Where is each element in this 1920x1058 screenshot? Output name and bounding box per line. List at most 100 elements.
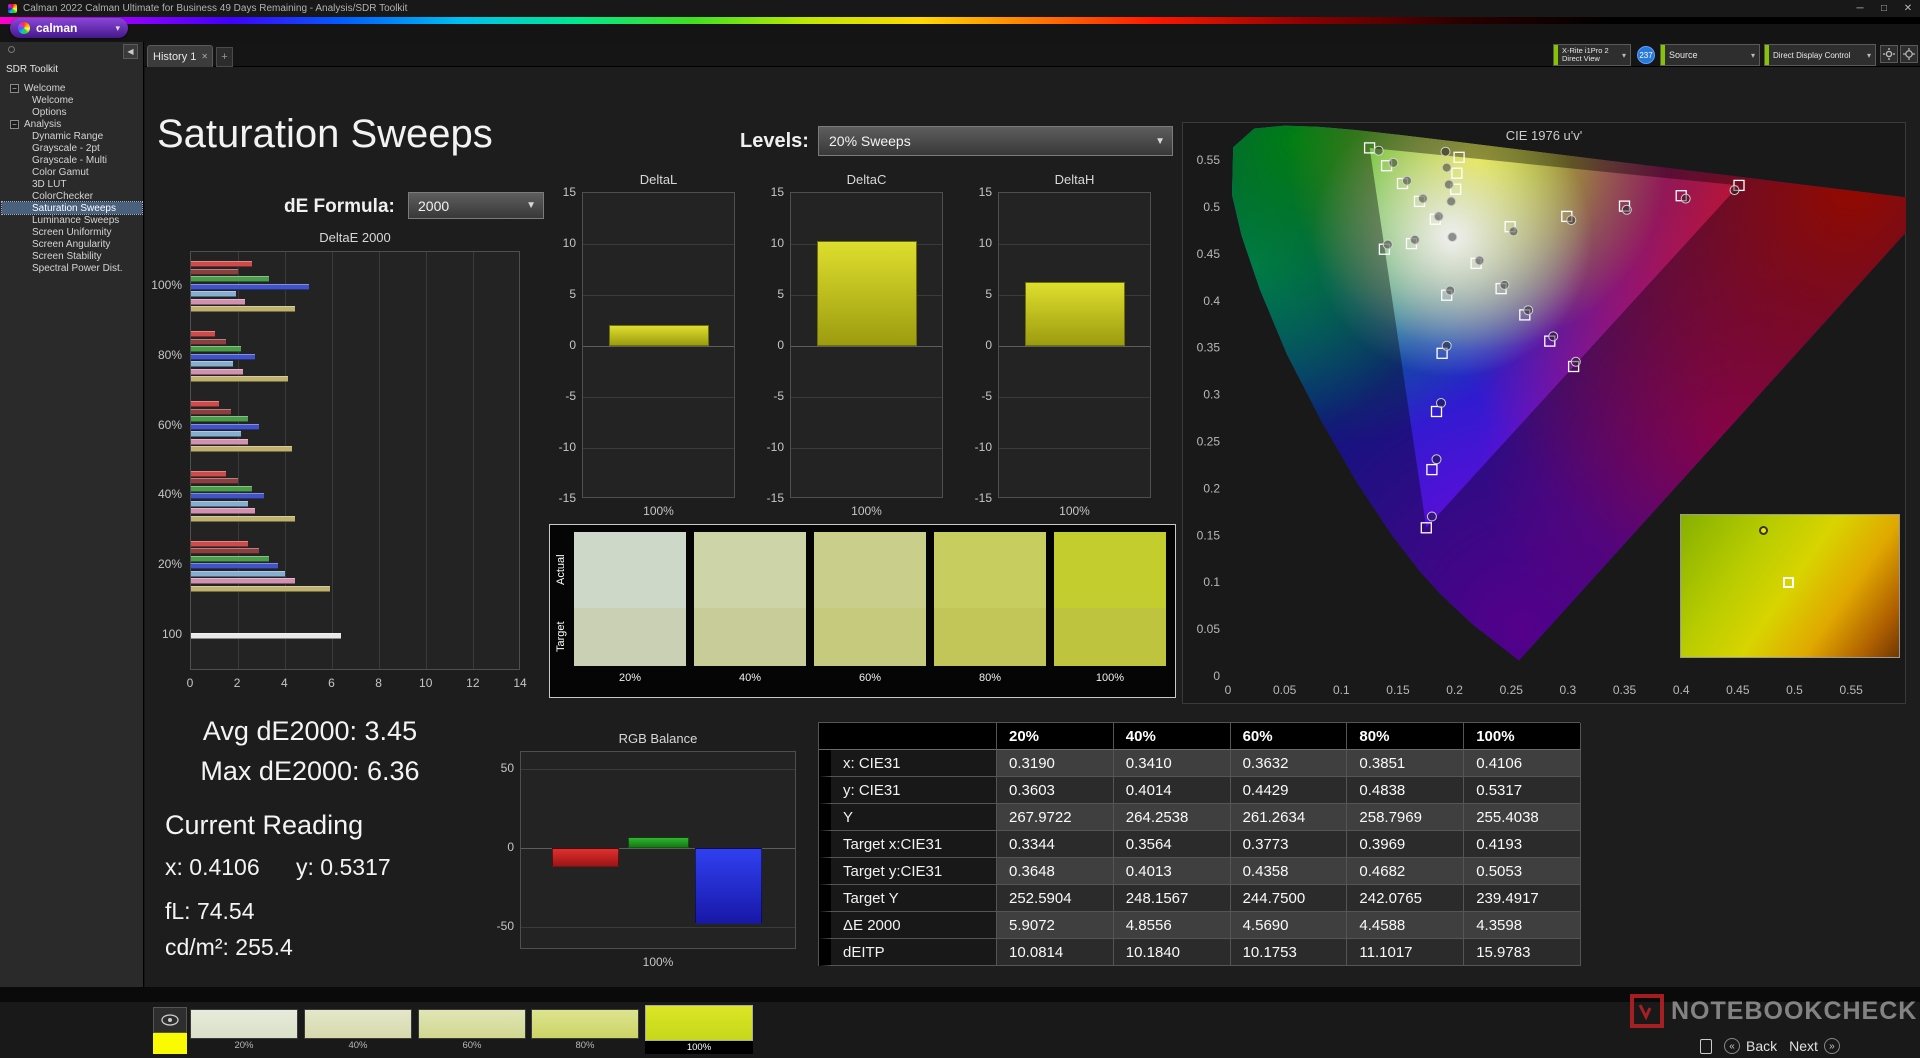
measured-point — [1441, 340, 1452, 351]
avg-de-reading: Avg dE2000: 3.45 — [202, 716, 418, 746]
sidebar-item-dynamic-range[interactable]: Dynamic Range — [2, 130, 142, 142]
sidebar-item-colorchecker[interactable]: ColorChecker — [2, 190, 142, 202]
levels-label: Levels: — [740, 130, 809, 152]
x-tick-label: 6 — [328, 676, 335, 690]
deltae-bar — [191, 376, 288, 383]
next-button[interactable]: Next » — [1789, 1038, 1840, 1054]
sidebar-collapse-button[interactable]: ◀ — [123, 44, 138, 59]
deltae-bar — [191, 401, 220, 408]
table-header-cell: 40% — [1113, 723, 1231, 750]
deltae-bar — [191, 493, 265, 500]
sweep-tile-100[interactable]: 100% — [645, 1005, 753, 1054]
settings-button[interactable] — [1880, 45, 1898, 63]
maximize-button[interactable]: □ — [1872, 0, 1896, 17]
table-cell: 242.0765 — [1347, 885, 1465, 912]
target-swatch — [1054, 608, 1166, 666]
axis-tick-label: 0.2 — [1203, 481, 1220, 495]
table-cell: 261.2634 — [1230, 804, 1348, 831]
sidebar-item-welcome[interactable]: Welcome — [2, 94, 142, 106]
levels-dropdown[interactable]: 20% Sweeps ▼ — [818, 126, 1173, 156]
axis-tick-label: 0 — [1225, 683, 1232, 697]
axis-tick-label: 0.3 — [1560, 683, 1577, 697]
sidebar-item-screen-uniformity[interactable]: Screen Uniformity — [2, 226, 142, 238]
table-cell: 0.3564 — [1113, 831, 1231, 858]
sidebar-item-analysis[interactable]: − Analysis — [2, 118, 142, 130]
sweep-tile-60[interactable]: 60% — [418, 1009, 526, 1052]
y-tick-label: -10 — [558, 440, 576, 454]
sidebar-item-welcome[interactable]: − Welcome — [2, 82, 142, 94]
calman-menu-button[interactable]: calman ▾ — [10, 18, 128, 38]
wizard-nav: « Back Next » — [1700, 1036, 1840, 1056]
table-row-label: Target y:CIE31 — [819, 858, 997, 885]
preview-tile[interactable] — [153, 1007, 187, 1054]
deltae-bar — [191, 508, 255, 515]
page-title: Saturation Sweeps — [157, 112, 493, 156]
sidebar-item-spectral-power-dist[interactable]: Spectral Power Dist. — [2, 262, 142, 274]
source-selector[interactable]: Source ▾ — [1660, 44, 1760, 66]
sidebar-item-grayscale-2pt[interactable]: Grayscale - 2pt — [2, 142, 142, 154]
page-icon[interactable] — [1700, 1038, 1712, 1054]
gridline — [426, 252, 428, 669]
eye-toggle[interactable] — [153, 1007, 187, 1033]
x-tick-label: 100% — [642, 955, 674, 969]
sidebar-title: SDR Toolkit — [6, 64, 59, 75]
back-button[interactable]: « Back — [1724, 1038, 1777, 1054]
meter-selector[interactable]: X-Rite i1Pro 2 Direct View ▾ — [1553, 44, 1631, 66]
sidebar-item-grayscale-multi[interactable]: Grayscale - Multi — [2, 154, 142, 166]
table-cell: 0.4682 — [1347, 858, 1465, 885]
y-tick-label: 60% — [157, 417, 182, 432]
close-button[interactable]: ✕ — [1896, 0, 1920, 17]
table-cell: 4.4588 — [1347, 912, 1465, 939]
rgb-balance-plot — [520, 751, 796, 949]
table-cell: 4.3598 — [1464, 912, 1581, 939]
tab-history-label: History 1 — [153, 50, 197, 63]
formula-dropdown[interactable]: 2000 ▼ — [408, 192, 544, 219]
sidebar-item-luminance-sweeps[interactable]: Luminance Sweeps — [2, 214, 142, 226]
table-cell: 10.0814 — [997, 939, 1114, 966]
sidebar-item-label: Spectral Power Dist. — [32, 262, 123, 274]
formula-label: dE Formula: — [284, 196, 395, 217]
minimize-button[interactable]: ─ — [1848, 0, 1872, 17]
sweep-tile-40[interactable]: 40% — [304, 1009, 412, 1052]
measured-point — [1382, 239, 1393, 250]
deltae-bar — [191, 283, 309, 290]
target-point-marker — [1783, 577, 1795, 589]
table-cell: 4.5690 — [1230, 912, 1348, 939]
table-cell: 0.4106 — [1464, 750, 1581, 777]
table-cell: 248.1567 — [1113, 885, 1231, 912]
sidebar-item-options[interactable]: Options — [2, 106, 142, 118]
display-control-selector[interactable]: Direct Display Control ▾ — [1764, 44, 1876, 66]
sweep-tile-80[interactable]: 80% — [531, 1009, 639, 1052]
new-tab-button[interactable]: + — [216, 47, 233, 67]
gridline — [583, 243, 734, 245]
tab-close-icon[interactable]: ✕ — [201, 52, 208, 61]
sidebar-item-color-gamut[interactable]: Color Gamut — [2, 166, 142, 178]
capture-button[interactable] — [1900, 45, 1918, 63]
measured-point — [1440, 146, 1451, 157]
chevron-down-icon: ▾ — [1750, 50, 1755, 60]
swatch-level-label: 40% — [738, 672, 762, 684]
table-cell: 239.4917 — [1464, 885, 1581, 912]
sidebar-item-screen-stability[interactable]: Screen Stability — [2, 250, 142, 262]
y-tick-label: -10 — [974, 440, 992, 454]
sidebar-item-screen-angularity[interactable]: Screen Angularity — [2, 238, 142, 250]
tab-history[interactable]: History 1 ✕ — [147, 45, 213, 67]
calman-logo-label: calman — [36, 21, 78, 35]
y-tick-label: 10 — [978, 236, 992, 250]
sidebar-item-3d-lut[interactable]: 3D LUT — [2, 178, 142, 190]
measurement-table: 20% 40% 60% 80% 100% x: CIE31 0.3190 0.3410 0.36… — [818, 722, 1581, 966]
measured-point — [1523, 305, 1534, 316]
axis-tick-label: 0.5 — [1786, 683, 1803, 697]
sweep-tile-20[interactable]: 20% — [190, 1009, 298, 1052]
watermark-text: NOTEBOOKCHECK — [1671, 996, 1918, 1025]
tree-collapse-icon[interactable]: − — [10, 83, 19, 93]
measured-point — [1433, 211, 1444, 222]
tree-collapse-icon[interactable]: − — [10, 119, 19, 129]
x-tick-label: 100% — [851, 504, 882, 518]
swatch-level-label: 60% — [858, 672, 882, 684]
sidebar-item-saturation-sweeps[interactable]: Saturation Sweeps — [1, 201, 143, 215]
actual-swatch — [814, 532, 926, 608]
y-tick-label: 15 — [978, 185, 992, 199]
swatch-level-label: 80% — [978, 672, 1002, 684]
measured-point — [1570, 356, 1581, 367]
